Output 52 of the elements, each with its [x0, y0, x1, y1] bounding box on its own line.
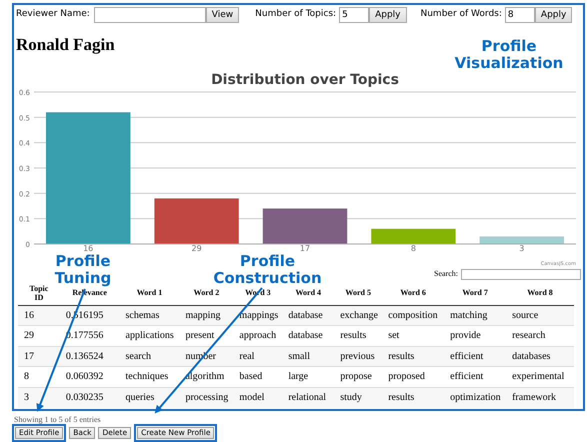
table-cell: search: [120, 346, 180, 366]
table-cell: results: [382, 346, 444, 366]
table-cell: database: [282, 305, 334, 326]
column-header[interactable]: Word 6: [382, 281, 444, 305]
axis-tick-label: 17: [300, 244, 310, 253]
words-input[interactable]: 8: [504, 7, 535, 23]
table-cell: results: [382, 387, 444, 408]
name-input[interactable]: [94, 7, 206, 23]
column-header[interactable]: Word 7: [444, 281, 506, 305]
table-cell: 17: [18, 346, 60, 366]
table-cell: small: [282, 346, 334, 366]
table-cell: model: [233, 387, 282, 408]
axis-tick-label: 8: [410, 244, 416, 253]
table-cell: study: [334, 387, 382, 408]
table-cell: databases: [506, 346, 574, 366]
column-header[interactable]: Word 8: [506, 281, 574, 305]
axis-tick-label: 16: [83, 244, 94, 253]
field-label: Number of Topics:: [255, 8, 336, 22]
table-cell: 0.030235: [60, 387, 120, 408]
table-cell: 3: [18, 387, 60, 408]
reviewer-name: Ronald Fagin: [16, 35, 115, 55]
topics-input[interactable]: 5: [339, 7, 370, 23]
table-cell: processing: [179, 387, 234, 408]
search-label: Search:: [434, 268, 458, 280]
table-cell: 0.136524: [60, 346, 120, 366]
table-cell: optimization: [444, 387, 506, 408]
chart-title: Distribution over Topics: [211, 72, 399, 88]
table-cell: real: [233, 346, 282, 366]
table-cell: framework: [506, 387, 574, 408]
callout-label: Profile Visualization: [454, 38, 564, 72]
table-cell: exchange: [334, 305, 382, 326]
table-cell: previous: [334, 346, 382, 366]
search-field[interactable]: [461, 268, 581, 280]
axis-tick-label: 3: [519, 244, 524, 253]
table-cell: efficient: [444, 346, 506, 366]
table-cell: matching: [444, 305, 506, 326]
axis-tick-label: 29: [192, 244, 202, 253]
apply-button[interactable]: Apply: [534, 7, 572, 23]
table-cell: mapping: [179, 305, 234, 326]
column-header[interactable]: Word 5: [334, 281, 382, 305]
entries-info: Showing 1 to 5 of 5 entries: [14, 414, 101, 426]
field-label: Reviewer Name:: [16, 8, 90, 22]
field-label: Number of Words:: [420, 8, 502, 22]
column-header[interactable]: Word 1: [120, 281, 180, 305]
apply-button[interactable]: Apply: [369, 7, 406, 23]
table-cell: queries: [120, 387, 180, 408]
table-cell: 16: [18, 305, 60, 326]
table-cell: relational: [282, 387, 334, 408]
table-cell: composition: [382, 305, 444, 326]
table-cell: source: [506, 305, 574, 326]
column-header[interactable]: Topic ID: [18, 281, 60, 305]
view-button[interactable]: View: [206, 7, 240, 23]
